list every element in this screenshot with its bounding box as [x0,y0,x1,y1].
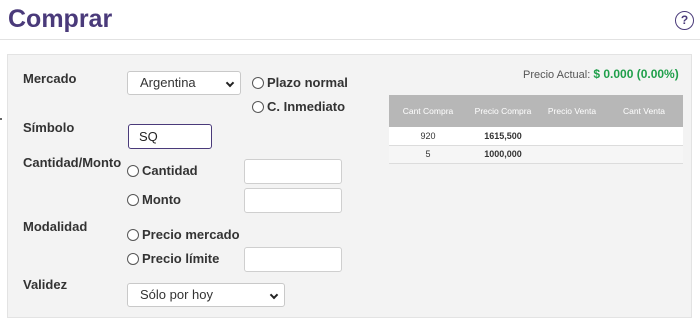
precio-limite-input[interactable] [244,247,342,272]
header-precio-compra: Precio Compra [467,95,539,127]
radio-circle-icon [252,100,264,113]
simbolo-label: Símbolo [23,120,75,135]
c-inmediato-label: C. Inmediato [267,99,346,114]
modalidad-label: Modalidad [23,219,88,234]
table-row: 5 1000,000 [389,145,683,164]
cantidad-radio[interactable]: Cantidad [127,163,198,178]
radio-circle-icon [252,76,264,89]
help-icon[interactable]: ? [675,11,694,30]
buy-form-panel: Mercado Argentina Plazo normal C. Inmedi… [7,54,692,318]
c-inmediato-radio[interactable]: C. Inmediato [252,99,345,114]
chevron-down-icon [225,78,235,88]
monto-radio[interactable]: Monto [127,192,181,207]
page-header: Comprar ? [0,0,700,40]
header-cant-compra: Cant Compra [389,95,467,127]
mercado-label: Mercado [23,71,77,86]
radio-circle-icon [127,164,139,177]
cell-cant-compra: 5 [389,145,467,164]
page-title: Comprar [8,5,113,33]
radio-circle-icon [127,252,139,265]
precio-actual-label: Precio Actual: [523,69,591,81]
cantidad-monto-label: Cantidad/Monto [23,155,122,170]
precio-limite-radio[interactable]: Precio límite [127,251,219,266]
precio-mercado-radio[interactable]: Precio mercado [127,227,240,242]
header-cant-venta: Cant Venta [605,95,683,127]
cantidad-input[interactable] [244,159,342,184]
header-precio-venta: Precio Venta [539,95,605,127]
validez-select[interactable]: Sólo por hoy [127,283,285,307]
mercado-select[interactable]: Argentina [127,71,241,95]
cell-cant-venta [605,127,683,146]
chevron-down-icon [269,290,279,300]
simbolo-input[interactable]: SQ [128,124,212,149]
plazo-normal-radio[interactable]: Plazo normal [252,75,348,90]
radio-circle-icon [127,228,139,241]
cell-precio-venta [539,145,605,164]
mercado-select-value: Argentina [140,75,196,90]
cell-precio-compra: 1000,000 [467,145,539,164]
precio-mercado-label: Precio mercado [142,227,240,242]
precio-limite-label: Precio límite [142,251,220,266]
radio-circle-icon [127,193,139,206]
validez-select-value: Sólo por hoy [140,287,213,302]
precio-actual: Precio Actual: $ 0.000 (0.00%) [523,67,679,81]
validez-label: Validez [23,277,68,292]
table-row: 920 1615,500 [389,127,683,146]
plazo-normal-label: Plazo normal [267,75,348,90]
precio-actual-value: $ 0.000 (0.00%) [593,67,679,81]
cell-cant-venta [605,145,683,164]
monto-input[interactable] [244,188,342,213]
cantidad-label: Cantidad [142,163,198,178]
cell-cant-compra: 920 [389,127,467,146]
margin-mark [0,118,2,120]
order-book-table: Cant Compra Precio Compra Precio Venta C… [389,95,683,164]
cell-precio-compra: 1615,500 [467,127,539,146]
cell-precio-venta [539,127,605,146]
monto-label: Monto [142,192,181,207]
